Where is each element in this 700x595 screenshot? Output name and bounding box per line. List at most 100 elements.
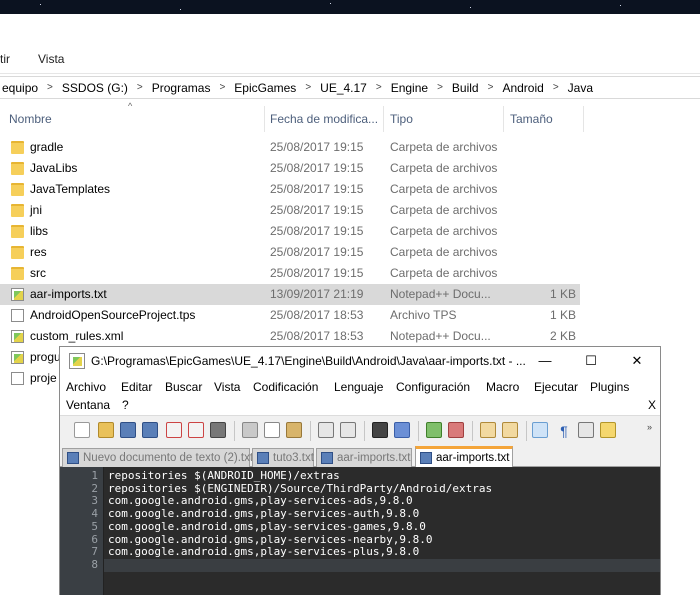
window-title: G:\Programas\EpicGames\UE_4.17\Engine\Bu… — [91, 354, 526, 368]
column-header-size[interactable]: Tamaño — [510, 106, 553, 132]
save-icon[interactable] — [120, 422, 136, 438]
file-date: 25/08/2017 19:15 — [270, 182, 364, 196]
title-bar[interactable]: G:\Programas\EpicGames\UE_4.17\Engine\Bu… — [60, 347, 660, 375]
file-row[interactable]: JavaTemplates 25/08/2017 19:15 Carpeta de … — [0, 179, 700, 200]
file-type: Carpeta de archivos — [390, 203, 498, 217]
word-wrap-icon[interactable] — [532, 422, 548, 438]
print-icon[interactable] — [210, 422, 226, 438]
save-all-icon[interactable] — [142, 422, 158, 438]
breadcrumb-equipo[interactable]: equipo — [0, 81, 39, 95]
document-icon — [11, 309, 24, 322]
current-line-highlight — [104, 558, 660, 572]
indent-guide-icon[interactable] — [578, 422, 594, 438]
tab-tuto3[interactable]: tuto3.txt — [252, 448, 314, 467]
file-row[interactable]: JavaLibs 25/08/2017 19:15 Carpeta de archi… — [0, 158, 700, 179]
tab-aar-imports[interactable]: aar-imports.txt — [316, 448, 412, 467]
file-row[interactable]: AndroidOpenSourceProject.tps 25/08/2017 1… — [0, 305, 700, 326]
folder-icon — [11, 225, 24, 238]
toolbar-separator — [364, 421, 365, 441]
toolbar-overflow-icon[interactable]: » — [647, 422, 652, 432]
file-row[interactable]: res 25/08/2017 19:15 Carpeta de archivos — [0, 242, 700, 263]
menu-configuracion[interactable]: Configuración — [396, 380, 470, 394]
menu-macro[interactable]: Macro — [486, 380, 519, 394]
paste-icon[interactable] — [286, 422, 302, 438]
file-row[interactable]: custom_rules.xml 25/08/2017 18:53 Notepad+… — [0, 326, 700, 347]
toolbar: ¶ » — [60, 415, 660, 445]
close-document-button[interactable]: X — [648, 398, 656, 412]
menu-ejecutar[interactable]: Ejecutar — [534, 380, 578, 394]
find-icon[interactable] — [372, 422, 388, 438]
breadcrumb-android[interactable]: Android — [501, 81, 544, 95]
file-row[interactable]: aar-imports.txt 13/09/2017 21:19 Notepad++… — [0, 284, 700, 305]
menu-help[interactable]: ? — [122, 398, 129, 412]
new-file-icon[interactable] — [74, 422, 90, 438]
file-row[interactable]: jni 25/08/2017 19:15 Carpeta de archivos — [0, 200, 700, 221]
zoom-out-icon[interactable] — [448, 422, 464, 438]
column-header-name[interactable]: Nombre — [9, 106, 52, 132]
close-file-icon[interactable] — [166, 422, 182, 438]
file-name: src — [30, 266, 46, 280]
breadcrumb-engine[interactable]: Engine — [390, 81, 429, 95]
close-all-icon[interactable] — [188, 422, 204, 438]
menu-buscar[interactable]: Buscar — [165, 380, 202, 394]
code-line[interactable]: com.google.android.gms,play-services-aut… — [108, 507, 419, 521]
menu-vista[interactable]: Vista — [214, 380, 240, 394]
code-line[interactable]: repositories $(ANDROID_HOME)/extras — [108, 469, 340, 483]
file-row[interactable]: src 25/08/2017 19:15 Carpeta de archivos — [0, 263, 700, 284]
sync-horizontal-icon[interactable] — [502, 422, 518, 438]
menu-codificacion[interactable]: Codificación — [253, 380, 318, 394]
sync-vertical-icon[interactable] — [480, 422, 496, 438]
breadcrumb-separator-icon: > — [487, 82, 494, 93]
address-bar[interactable]: equipo > SSDOS (G:) > Programas > EpicGa… — [0, 76, 700, 99]
copy-icon[interactable] — [264, 422, 280, 438]
open-file-icon[interactable] — [98, 422, 114, 438]
file-date: 25/08/2017 19:15 — [270, 266, 364, 280]
replace-icon[interactable] — [394, 422, 410, 438]
ribbon-tab-view[interactable]: Vista — [38, 52, 64, 66]
file-name: JavaLibs — [30, 161, 78, 175]
close-button[interactable]: ✕ — [614, 347, 660, 375]
column-header-date[interactable]: Fecha de modifica... — [270, 106, 378, 132]
column-divider[interactable] — [503, 106, 504, 132]
file-row[interactable]: gradle 25/08/2017 19:15 Carpeta de archivo… — [0, 137, 700, 158]
code-line[interactable]: com.google.android.gms,play-services-plu… — [108, 545, 419, 559]
breadcrumb-java[interactable]: Java — [567, 81, 594, 95]
saved-file-icon — [420, 452, 432, 464]
breadcrumb-separator-icon: > — [552, 82, 559, 93]
maximize-button[interactable]: ☐ — [568, 347, 614, 375]
tab-aar-imports-active[interactable]: aar-imports.txt — [415, 446, 513, 467]
tab-nuevo-documento[interactable]: Nuevo documento de texto (2).txt — [62, 448, 253, 467]
breadcrumb-separator-icon: > — [375, 82, 382, 93]
breadcrumb-programas[interactable]: Programas — [151, 81, 212, 95]
menu-editar[interactable]: Editar — [121, 380, 152, 394]
ribbon-tab-share[interactable]: tir — [0, 52, 10, 66]
file-row[interactable]: libs 25/08/2017 19:15 Carpeta de archivos — [0, 221, 700, 242]
column-divider[interactable] — [383, 106, 384, 132]
folder-icon — [11, 267, 24, 280]
text-editor[interactable]: 1 repositories $(ANDROID_HOME)/extras 2 rep… — [60, 467, 660, 595]
redo-icon[interactable] — [340, 422, 356, 438]
breadcrumb-epicgames[interactable]: EpicGames — [233, 81, 297, 95]
menu-plugins[interactable]: Plugins — [590, 380, 629, 394]
file-name: proje — [30, 371, 57, 385]
column-divider[interactable] — [264, 106, 265, 132]
minimize-button[interactable]: — — [522, 347, 568, 375]
line-number: 7 — [91, 545, 98, 559]
menu-ventana[interactable]: Ventana — [66, 398, 110, 412]
breadcrumb-drive[interactable]: SSDOS (G:) — [61, 81, 129, 95]
code-line[interactable]: com.google.android.gms,play-services-gam… — [108, 520, 426, 534]
show-all-characters-icon[interactable]: ¶ — [556, 422, 572, 439]
zoom-in-icon[interactable] — [426, 422, 442, 438]
menu-archivo[interactable]: Archivo — [66, 380, 106, 394]
breadcrumb-build[interactable]: Build — [451, 81, 480, 95]
breadcrumb-separator-icon: > — [305, 82, 312, 93]
column-header-type[interactable]: Tipo — [390, 106, 413, 132]
breadcrumb-ue417[interactable]: UE_4.17 — [319, 81, 368, 95]
file-type: Notepad++ Docu... — [390, 329, 491, 343]
undo-icon[interactable] — [318, 422, 334, 438]
cut-icon[interactable] — [242, 422, 258, 438]
menu-lenguaje[interactable]: Lenguaje — [334, 380, 383, 394]
user-language-icon[interactable] — [600, 422, 616, 438]
file-name: gradle — [30, 140, 64, 154]
column-divider[interactable] — [583, 106, 584, 132]
